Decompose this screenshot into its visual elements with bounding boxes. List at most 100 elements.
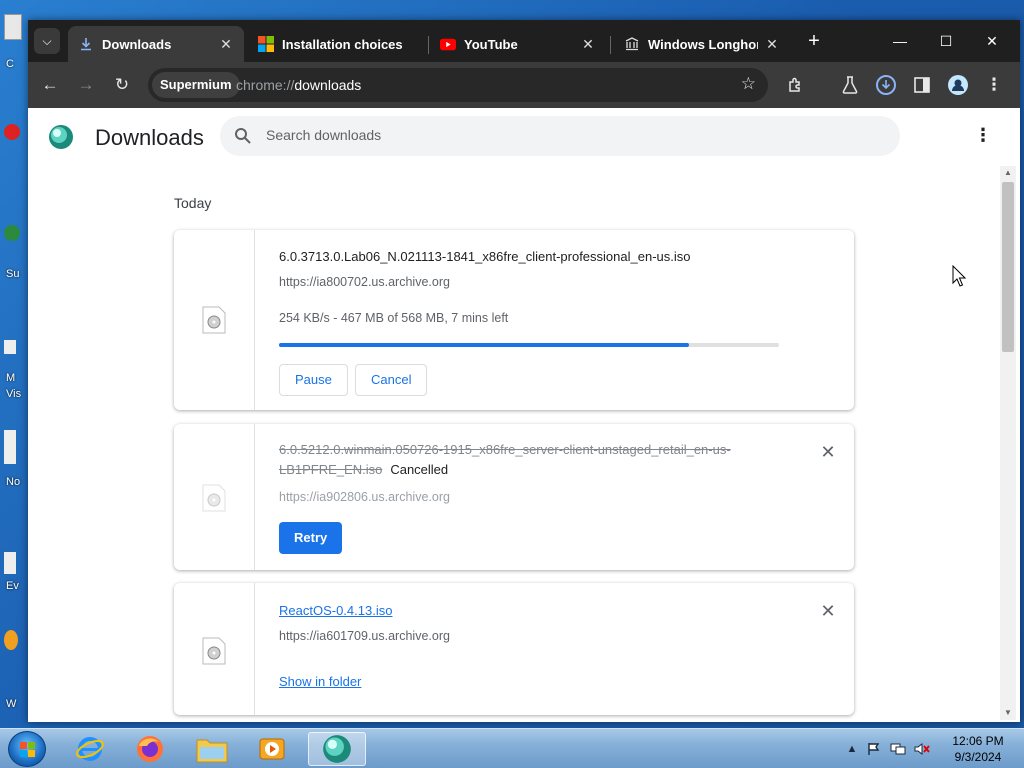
scroll-down-icon[interactable]: ▼ (1000, 706, 1016, 720)
show-in-folder-link[interactable]: Show in folder (279, 674, 361, 689)
arrow-right-icon: → (77, 75, 95, 94)
flask-icon (842, 76, 858, 94)
taskbar-firefox[interactable] (124, 732, 176, 766)
url-scheme: chrome:// (236, 77, 295, 93)
network-icon[interactable] (890, 741, 906, 757)
scrollbar-thumb[interactable] (1002, 182, 1014, 352)
desktop-shortcut-icon[interactable] (4, 340, 16, 354)
close-icon[interactable]: ✕ (764, 36, 780, 53)
forward-button[interactable]: → (74, 73, 98, 97)
windows-logo-icon (258, 36, 274, 52)
search-input[interactable] (266, 127, 866, 143)
tab-title: Downloads (102, 36, 172, 52)
youtube-icon (440, 36, 456, 52)
reload-icon: ↻ (114, 75, 130, 94)
tab-title: Installation choices (282, 36, 403, 52)
url-path: downloads (294, 77, 362, 93)
supermium-logo-icon (49, 125, 73, 149)
back-button[interactable]: ← (38, 73, 62, 97)
download-item-in-progress: 6.0.3713.0.Lab06_N.021113-1841_x86fre_cl… (174, 230, 854, 410)
taskbar-supermium[interactable] (308, 732, 366, 766)
tab-installation-choices[interactable]: Installation choices (248, 26, 424, 62)
show-hidden-icons-arrow[interactable]: ▲ (844, 741, 860, 757)
desktop-shortcut-icon[interactable] (4, 14, 22, 40)
close-icon: ✕ (820, 442, 836, 462)
retry-button[interactable]: Retry (279, 522, 343, 554)
profile-button[interactable] (946, 73, 970, 97)
bookmark-star-icon[interactable]: ☆ (741, 74, 756, 94)
desktop-shortcut-label: Ev (6, 580, 19, 592)
download-progress-bar (279, 343, 779, 347)
chevron-down-icon: ⌵ (42, 33, 52, 48)
download-progress-text: 254 KB/s - 467 MB of 568 MB, 7 mins left (279, 311, 509, 325)
tab-youtube[interactable]: YouTube ✕ (430, 26, 606, 62)
firefox-icon (137, 736, 163, 762)
close-window-button[interactable]: ✕ (972, 28, 1012, 54)
maximize-button[interactable]: ☐ (926, 28, 966, 54)
disc-image-file-icon (202, 637, 226, 665)
download-status: Cancelled (390, 462, 449, 477)
file-icon-column (174, 424, 255, 570)
desktop-shortcut-icon[interactable] (4, 124, 20, 140)
action-center-flag-icon[interactable] (866, 741, 882, 757)
file-name-text: 6.0.5212.0.winmain.050726-1915_x86fre_se… (279, 442, 731, 477)
clock-time[interactable]: 12:06 PM (942, 734, 1014, 748)
pause-button[interactable]: Pause (279, 364, 348, 396)
taskbar-file-explorer[interactable] (186, 732, 238, 766)
desktop-shortcut-icon[interactable] (4, 430, 16, 464)
extensions-button[interactable] (784, 73, 808, 97)
tab-windows-longhorn[interactable]: Windows Longhorn ✕ (614, 26, 790, 62)
site-info-chip[interactable]: Supermium (152, 72, 240, 98)
download-item-complete: ReactOS-0.4.13.iso ✕ https://ia601709.us… (174, 583, 854, 715)
url-text[interactable]: chrome://downloads (236, 77, 361, 93)
close-icon[interactable]: ✕ (580, 36, 596, 53)
folder-icon (196, 739, 228, 763)
side-panel-icon (914, 77, 930, 93)
taskbar-internet-explorer[interactable] (64, 732, 116, 766)
search-icon (235, 128, 251, 144)
desktop-shortcut-icon[interactable] (4, 630, 18, 650)
file-name[interactable]: 6.0.3713.0.Lab06_N.021113-1841_x86fre_cl… (279, 249, 690, 264)
supermium-icon (323, 735, 351, 763)
browser-menu-button[interactable]: ⋮ (982, 73, 1006, 97)
new-tab-button[interactable]: + (802, 30, 826, 53)
cancel-button[interactable]: Cancel (355, 364, 428, 396)
taskbar-media-player[interactable] (246, 732, 298, 766)
downloads-toolbar-button[interactable] (874, 73, 898, 97)
desktop-shortcut-label: No (6, 476, 21, 488)
tab-downloads[interactable]: Downloads ✕ (68, 26, 244, 62)
browser-toolbar: ← → ↻ Supermium chrome://downloads ☆ ⋮ (28, 62, 1020, 108)
file-name: 6.0.5212.0.winmain.050726-1915_x86fre_se… (279, 440, 779, 480)
address-bar[interactable]: Supermium chrome://downloads ☆ (148, 68, 768, 102)
tab-search-button[interactable]: ⌵ (34, 28, 60, 54)
download-icon (78, 36, 94, 52)
volume-muted-icon[interactable] (914, 741, 930, 757)
puzzle-icon (789, 77, 800, 92)
file-icon-column (174, 583, 255, 715)
tab-title: Windows Longhorn (648, 36, 758, 52)
file-source-url: https://ia800702.us.archive.org (279, 275, 450, 289)
disc-image-file-icon (202, 306, 226, 334)
start-button[interactable] (8, 731, 46, 767)
search-box[interactable] (220, 116, 900, 156)
page-scrollbar[interactable]: ▲ ▼ (1000, 166, 1016, 720)
remove-item-button[interactable]: ✕ (820, 442, 836, 462)
desktop-shortcut-label: Su (6, 268, 20, 280)
more-actions-button[interactable]: ⋮ (974, 124, 992, 148)
close-icon[interactable]: ✕ (218, 36, 234, 53)
desktop-shortcut-icon[interactable] (4, 552, 16, 574)
desktop-shortcut-icon[interactable] (4, 225, 20, 241)
download-progress-fill (279, 343, 689, 347)
minimize-button[interactable]: — (880, 28, 920, 54)
clock-date[interactable]: 9/3/2024 (942, 750, 1014, 764)
taskbar: ▲ 12:06 PM 9/3/2024 (0, 728, 1024, 768)
reload-button[interactable]: ↻ (110, 73, 134, 97)
remove-item-button[interactable]: ✕ (820, 602, 836, 620)
browser-window: ⌵ Downloads ✕ Installation choices YouTu… (28, 20, 1020, 722)
file-name-link[interactable]: ReactOS-0.4.13.iso (279, 603, 392, 618)
scroll-up-icon[interactable]: ▲ (1000, 166, 1016, 180)
side-panel-button[interactable] (910, 73, 934, 97)
labs-button[interactable] (838, 73, 862, 97)
archive-icon (624, 36, 640, 52)
desktop-shortcut-label: Vis (6, 388, 22, 400)
